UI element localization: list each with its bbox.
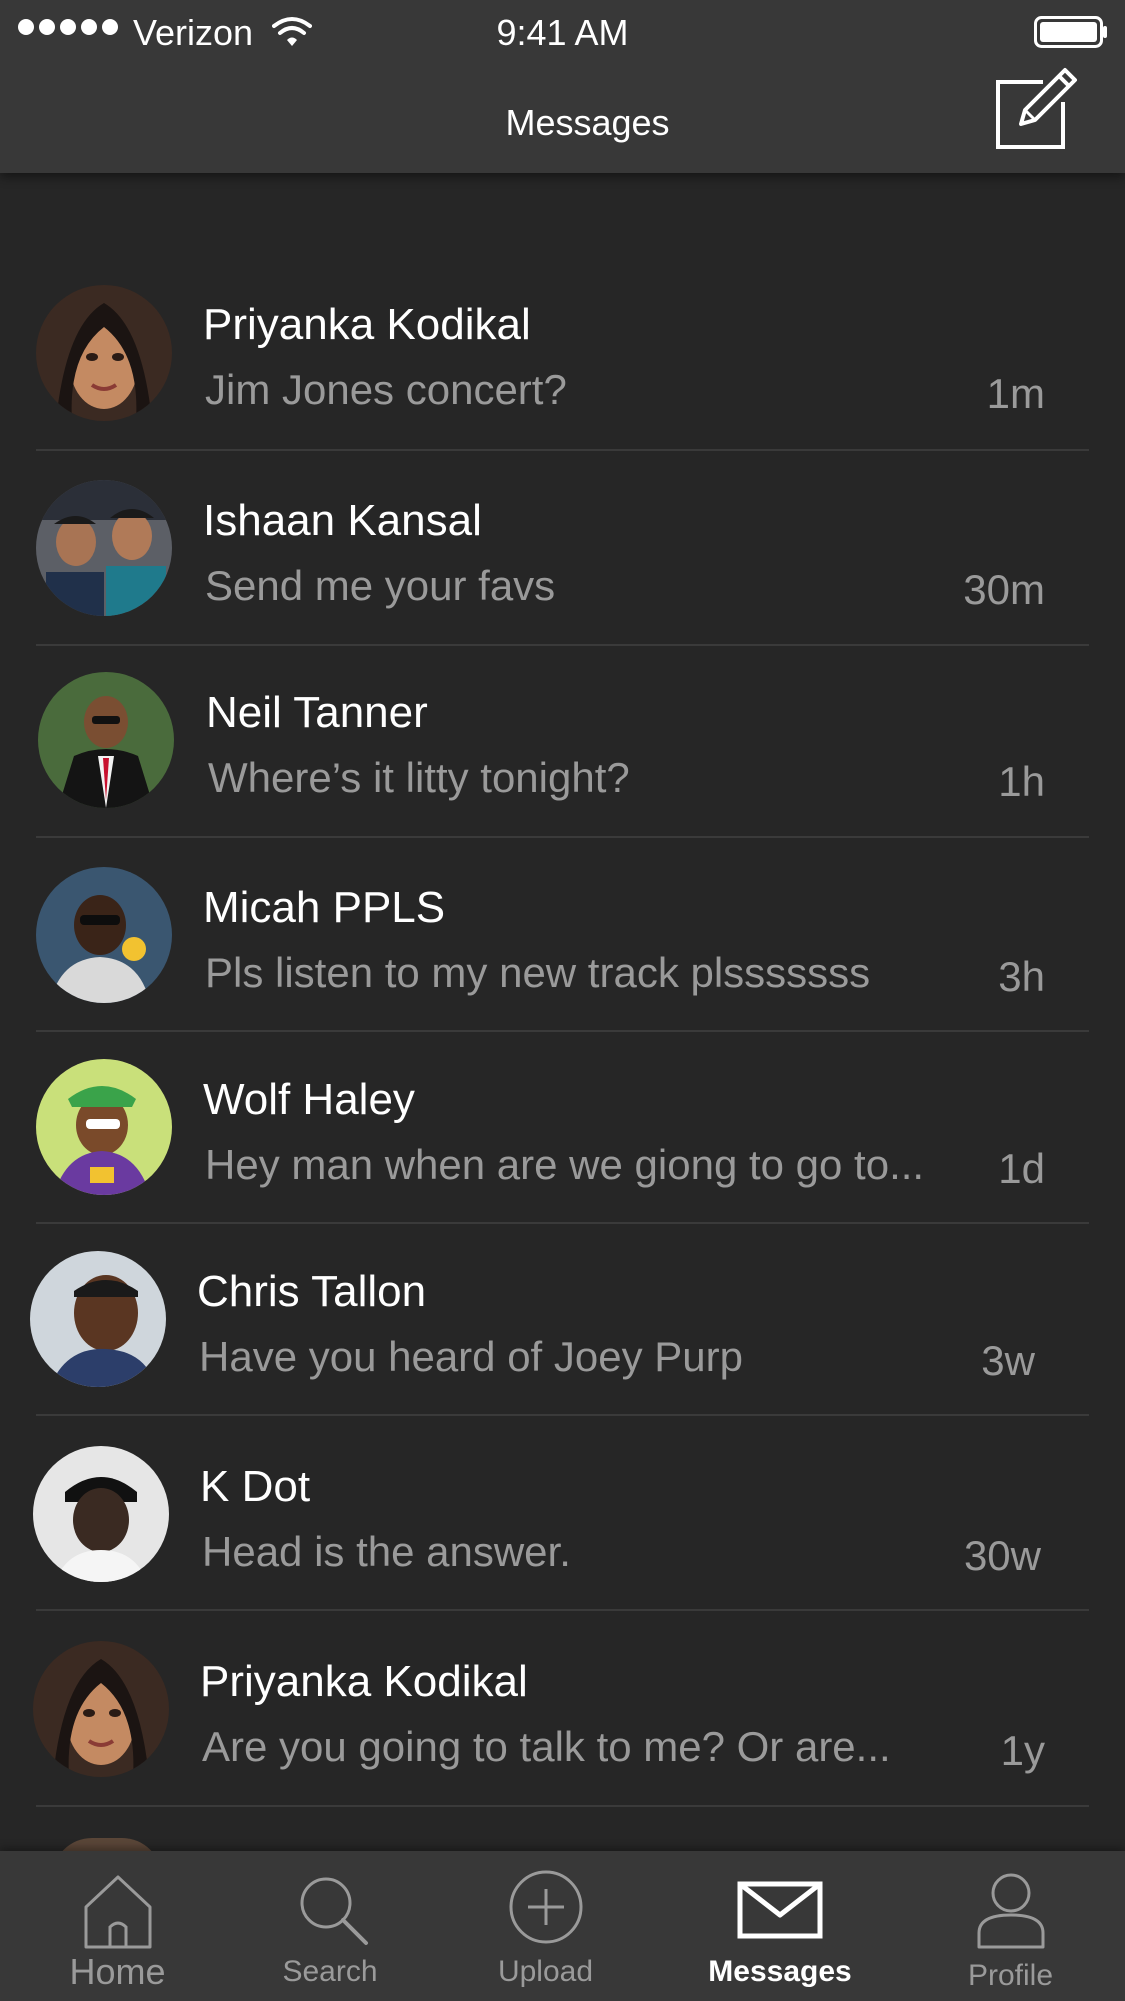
message-preview: Jim Jones concert? <box>205 366 567 413</box>
message-preview: Where’s it litty tonight? <box>208 754 630 801</box>
divider <box>36 644 1089 646</box>
top-bar: Verizon 9:41 AM Messages <box>0 0 1125 173</box>
tab-profile[interactable]: Profile <box>933 1851 1088 2001</box>
tab-search[interactable]: Search <box>250 1851 410 2001</box>
message-preview: Head is the answer. <box>202 1528 571 1575</box>
contact-name: Micah PPLS <box>203 883 446 932</box>
avatar <box>36 867 172 1003</box>
message-time: 1m <box>986 370 1045 417</box>
message-time: 30m <box>963 566 1045 613</box>
message-time: 3h <box>998 953 1045 1000</box>
avatar <box>33 1446 169 1582</box>
contact-name: Priyanka Kodikal <box>200 1657 528 1706</box>
contact-name: Wolf Haley <box>203 1075 415 1124</box>
tab-label: Profile <box>967 1959 1054 1992</box>
avatar <box>36 1059 172 1195</box>
divider <box>36 1609 1089 1611</box>
tab-home[interactable]: Home <box>40 1851 195 2001</box>
tab-messages[interactable]: Messages <box>690 1851 870 2001</box>
status-time: 9:41 AM <box>496 12 629 53</box>
tab-label: Messages <box>708 1955 852 1988</box>
message-preview: Are you going to talk to me? Or are... <box>202 1723 891 1770</box>
divider <box>36 1414 1089 1416</box>
divider <box>36 1030 1089 1032</box>
message-preview: Send me your favs <box>205 562 556 609</box>
search-icon <box>300 1877 368 1945</box>
compose-icon[interactable] <box>993 62 1083 152</box>
page-title: Messages <box>505 102 670 143</box>
divider <box>36 836 1089 838</box>
divider <box>36 449 1089 451</box>
avatar <box>38 672 174 808</box>
message-time: 30w <box>963 1532 1041 1579</box>
message-preview: Have you heard of Joey Purp <box>199 1333 743 1380</box>
conversation-row[interactable]: K Dot Head is the answer. 30w <box>0 1432 1125 1612</box>
contact-name: Priyanka Kodikal <box>203 300 531 349</box>
home-icon <box>84 1875 152 1949</box>
contact-name: Neil Tanner <box>206 688 428 737</box>
message-time: 1y <box>1000 1727 1045 1774</box>
message-preview: Pls listen to my new track plsssssss <box>205 949 871 996</box>
tab-label: Upload <box>497 1955 594 1988</box>
upload-icon <box>509 1870 583 1944</box>
conversation-row[interactable]: Wolf Haley Hey man when are we giong to … <box>0 1045 1125 1225</box>
divider <box>36 1805 1089 1807</box>
conversation-row[interactable]: Priyanka Kodikal Jim Jones concert? 1m <box>0 270 1125 450</box>
mail-icon <box>737 1881 823 1939</box>
message-time: 3w <box>981 1337 1035 1384</box>
avatar <box>30 1251 166 1387</box>
contact-name: K Dot <box>200 1462 311 1511</box>
avatar <box>36 480 172 616</box>
message-time: 1h <box>998 758 1045 805</box>
avatar <box>36 285 172 421</box>
message-time: 1d <box>998 1145 1045 1192</box>
tab-label: Home <box>69 1951 166 1992</box>
battery-icon <box>1034 16 1107 48</box>
contact-name: Ishaan Kansal <box>203 496 482 545</box>
conversation-row[interactable]: Chris Tallon Have you heard of Joey Purp… <box>0 1237 1125 1417</box>
avatar <box>33 1641 169 1777</box>
tab-upload[interactable]: Upload <box>468 1851 623 2001</box>
conversation-row[interactable]: Micah PPLS Pls listen to my new track pl… <box>0 853 1125 1033</box>
tab-label: Search <box>282 1955 378 1988</box>
profile-icon <box>977 1873 1045 1949</box>
contact-name: Chris Tallon <box>197 1267 427 1316</box>
message-preview: Hey man when are we giong to go to... <box>205 1141 925 1188</box>
tab-bar: Home Search Upload Messages Profile <box>0 1851 1125 2001</box>
divider <box>36 1222 1089 1224</box>
status-bar: Verizon 9:41 AM <box>0 0 1125 66</box>
conversation-row[interactable]: Neil Tanner Where’s it litty tonight? 1h <box>0 658 1125 838</box>
conversation-row[interactable]: Ishaan Kansal Send me your favs 30m <box>0 466 1125 646</box>
conversation-row[interactable]: Priyanka Kodikal Are you going to talk t… <box>0 1627 1125 1807</box>
